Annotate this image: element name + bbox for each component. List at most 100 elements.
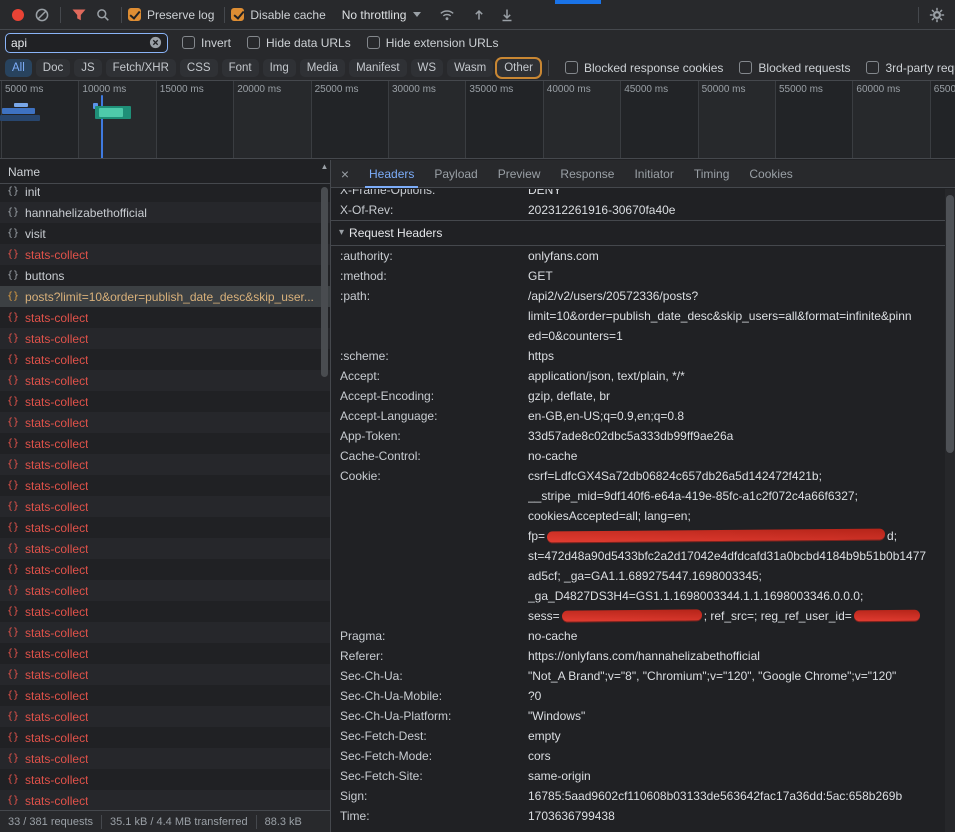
request-row[interactable]: {}stats-collect <box>0 370 330 391</box>
type-filter-media[interactable]: Media <box>300 59 345 77</box>
type-filter-fetch-xhr[interactable]: Fetch/XHR <box>106 59 176 77</box>
preserve-log-checkbox[interactable]: Preserve log <box>128 8 214 22</box>
tab-initiator[interactable]: Initiator <box>624 160 683 188</box>
request-name: stats-collect <box>25 710 88 724</box>
tab-timing[interactable]: Timing <box>684 160 740 188</box>
header-value-text: fp= <box>528 529 545 543</box>
request-row[interactable]: {}stats-collect <box>0 664 330 685</box>
hide-extension-urls-checkbox[interactable]: Hide extension URLs <box>367 36 499 50</box>
request-row[interactable]: {}stats-collect <box>0 559 330 580</box>
timeline-gridline <box>156 81 157 158</box>
blocked-requests-checkbox[interactable]: Blocked requests <box>739 61 850 75</box>
network-conditions-button[interactable] <box>435 3 459 27</box>
request-row[interactable]: {}stats-collect <box>0 475 330 496</box>
timeline-overview[interactable]: 5000 ms10000 ms15000 ms20000 ms25000 ms3… <box>0 81 955 159</box>
blocked-response-cookies-checkbox[interactable]: Blocked response cookies <box>565 61 723 75</box>
request-type-icon: {} <box>7 291 19 302</box>
request-row[interactable]: {}stats-collect <box>0 349 330 370</box>
request-headers-section-header[interactable]: ▾Request Headers <box>331 220 945 246</box>
scrollbar-thumb[interactable] <box>321 187 328 377</box>
request-name: stats-collect <box>25 689 88 703</box>
invert-checkbox[interactable]: Invert <box>182 36 231 50</box>
request-name: stats-collect <box>25 479 88 493</box>
tab-payload[interactable]: Payload <box>424 160 487 188</box>
request-row[interactable]: {}init <box>0 185 330 202</box>
request-row[interactable]: {}stats-collect <box>0 391 330 412</box>
type-filter-wasm[interactable]: Wasm <box>447 59 493 77</box>
request-row[interactable]: {}stats-collect <box>0 580 330 601</box>
type-filter-manifest[interactable]: Manifest <box>349 59 406 77</box>
request-row[interactable]: {}stats-collect <box>0 433 330 454</box>
request-row[interactable]: {}buttons <box>0 265 330 286</box>
name-column-header[interactable]: Name <box>0 160 330 184</box>
export-har-button[interactable] <box>495 3 519 27</box>
type-filter-other[interactable]: Other <box>497 59 540 77</box>
hide-data-urls-checkbox[interactable]: Hide data URLs <box>247 36 351 50</box>
3rd-party-requests-checkbox[interactable]: 3rd-party requests <box>866 61 955 75</box>
settings-button[interactable] <box>925 3 949 27</box>
tab-cookies[interactable]: Cookies <box>739 160 802 188</box>
tab-response[interactable]: Response <box>550 160 624 188</box>
header-value-line: 16785:5aad9602cf110608b03133de563642fac1… <box>528 786 945 806</box>
import-har-button[interactable] <box>467 3 491 27</box>
header-name: Accept: <box>331 366 528 386</box>
type-filter-css[interactable]: CSS <box>180 59 218 77</box>
type-filter-js[interactable]: JS <box>74 59 101 77</box>
type-filter-all[interactable]: All <box>5 59 32 77</box>
request-row[interactable]: {}stats-collect <box>0 748 330 769</box>
type-filter-font[interactable]: Font <box>222 59 259 77</box>
request-row[interactable]: {}stats-collect <box>0 244 330 265</box>
timeline-label: 10000 ms <box>82 84 126 95</box>
filter-toggle-button[interactable] <box>67 3 91 27</box>
request-row[interactable]: {}stats-collect <box>0 328 330 349</box>
request-row[interactable]: {}stats-collect <box>0 727 330 748</box>
request-row[interactable]: {}stats-collect <box>0 454 330 475</box>
disable-cache-checkbox[interactable]: Disable cache <box>231 8 325 22</box>
type-filter-img[interactable]: Img <box>263 59 296 77</box>
scroll-up-icon[interactable]: ▲ <box>319 161 330 173</box>
request-name: stats-collect <box>25 437 88 451</box>
timeline-label: 40000 ms <box>547 84 591 95</box>
close-details-icon[interactable]: × <box>331 166 359 182</box>
request-row[interactable]: {}stats-collect <box>0 538 330 559</box>
throttling-select[interactable]: No throttling <box>334 8 430 22</box>
response-headers-tail: X-Frame-Options:DENYX-Of-Rev:20231226191… <box>331 189 945 220</box>
request-row[interactable]: {}stats-collect <box>0 412 330 433</box>
request-row[interactable]: {}stats-collect <box>0 601 330 622</box>
request-row[interactable]: {}stats-collect <box>0 769 330 790</box>
timeline-gridline <box>775 81 776 158</box>
header-value: cors <box>528 746 945 766</box>
top-blue-strip <box>555 0 601 4</box>
request-row[interactable]: {}posts?limit=10&order=publish_date_desc… <box>0 286 330 307</box>
request-row[interactable]: {}stats-collect <box>0 517 330 538</box>
section-title: Request Headers <box>349 220 442 246</box>
request-row[interactable]: {}stats-collect <box>0 307 330 328</box>
request-type-icon: {} <box>7 774 19 785</box>
type-filter-bar: AllDocJS Fetch/XHRCSSFontImgMediaManifest… <box>0 55 955 81</box>
requests-scrollbar[interactable]: ▲ <box>319 161 330 809</box>
header-value-text: sess= <box>528 609 560 623</box>
request-row[interactable]: {}hannahelizabethofficial <box>0 202 330 223</box>
clear-filter-icon[interactable] <box>149 36 162 49</box>
request-row[interactable]: {}stats-collect <box>0 790 330 810</box>
type-filter-ws[interactable]: WS <box>411 59 444 77</box>
details-scrollbar[interactable] <box>945 189 955 832</box>
tab-headers[interactable]: Headers <box>359 160 424 188</box>
header-value-line: https <box>528 346 945 366</box>
clear-button[interactable] <box>30 3 54 27</box>
request-row[interactable]: {}stats-collect <box>0 706 330 727</box>
request-row[interactable]: {}stats-collect <box>0 685 330 706</box>
request-row[interactable]: {}stats-collect <box>0 496 330 517</box>
request-row[interactable]: {}stats-collect <box>0 622 330 643</box>
request-row[interactable]: {}visit <box>0 223 330 244</box>
type-filter-doc[interactable]: Doc <box>36 59 70 77</box>
request-row[interactable]: {}stats-collect <box>0 643 330 664</box>
search-button[interactable] <box>91 3 115 27</box>
record-button[interactable] <box>6 3 30 27</box>
tab-preview[interactable]: Preview <box>488 160 551 188</box>
request-type-icon: {} <box>7 795 19 806</box>
header-value-line: __stripe_mid=9df140f6-e64a-419e-85fc-a1c… <box>528 486 945 506</box>
scrollbar-thumb[interactable] <box>946 195 954 453</box>
header-row: :path:/api2/v2/users/20572336/posts?limi… <box>331 286 945 346</box>
filter-input[interactable]: api <box>5 33 168 53</box>
